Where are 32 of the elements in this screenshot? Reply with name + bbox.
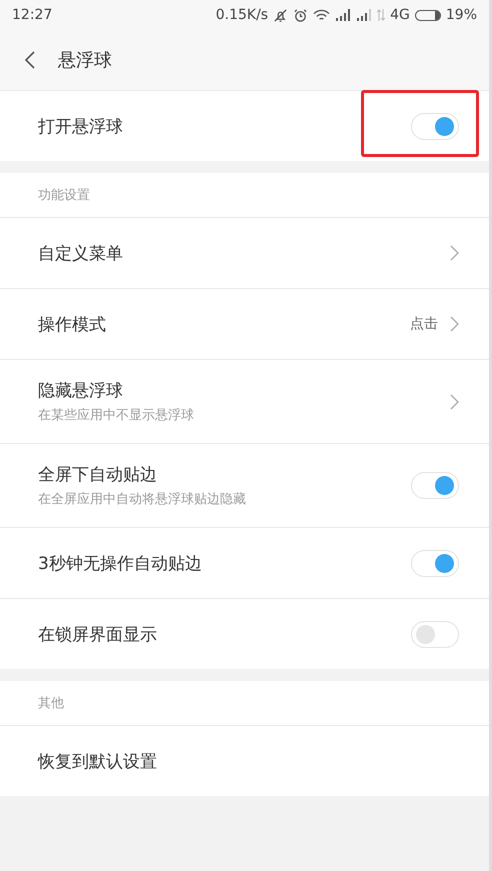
- setting-label[interactable]: 全屏下自动贴边: [38, 463, 399, 486]
- battery-icon: [414, 10, 441, 20]
- toggle-switch[interactable]: [411, 620, 459, 648]
- setting-label[interactable]: 在锁屏界面显示: [38, 622, 399, 646]
- data-arrows-icon: [377, 9, 386, 21]
- chevron-right-icon[interactable]: [450, 245, 459, 261]
- toggle-switch[interactable]: [411, 112, 459, 140]
- section-header: 功能设置: [38, 187, 90, 204]
- wifi-icon: [313, 8, 330, 22]
- chevron-right-icon[interactable]: [450, 394, 459, 410]
- toggle-switch[interactable]: [411, 472, 459, 499]
- toggle-switch[interactable]: [411, 550, 459, 576]
- setting-label[interactable]: 恢复到默认设置: [38, 750, 459, 772]
- battery-percent: 19%: [446, 7, 477, 23]
- signal-icon: [356, 9, 372, 21]
- section-header: 其他: [38, 695, 64, 712]
- setting-label[interactable]: 3秒钟无操作自动贴边: [38, 552, 399, 574]
- setting-label[interactable]: 操作模式: [38, 312, 398, 336]
- setting-label[interactable]: 自定义菜单: [38, 242, 438, 264]
- setting-value: 点击: [410, 315, 438, 333]
- back-icon[interactable]: [24, 50, 36, 70]
- alarm-icon: [293, 8, 308, 22]
- network-speed: 0.15K/s: [216, 7, 268, 23]
- chevron-right-icon[interactable]: [450, 316, 459, 332]
- status-time: 12:27: [12, 7, 52, 23]
- page-title: 悬浮球: [58, 49, 112, 72]
- setting-description: 在某些应用中不显示悬浮球: [38, 407, 195, 424]
- setting-description: 在全屏应用中自动将悬浮球贴边隐藏: [38, 491, 247, 508]
- bell-off-icon: [273, 8, 288, 22]
- network-type: 4G: [390, 7, 410, 23]
- setting-label[interactable]: 隐藏悬浮球: [38, 379, 438, 402]
- signal-icon: [335, 9, 352, 21]
